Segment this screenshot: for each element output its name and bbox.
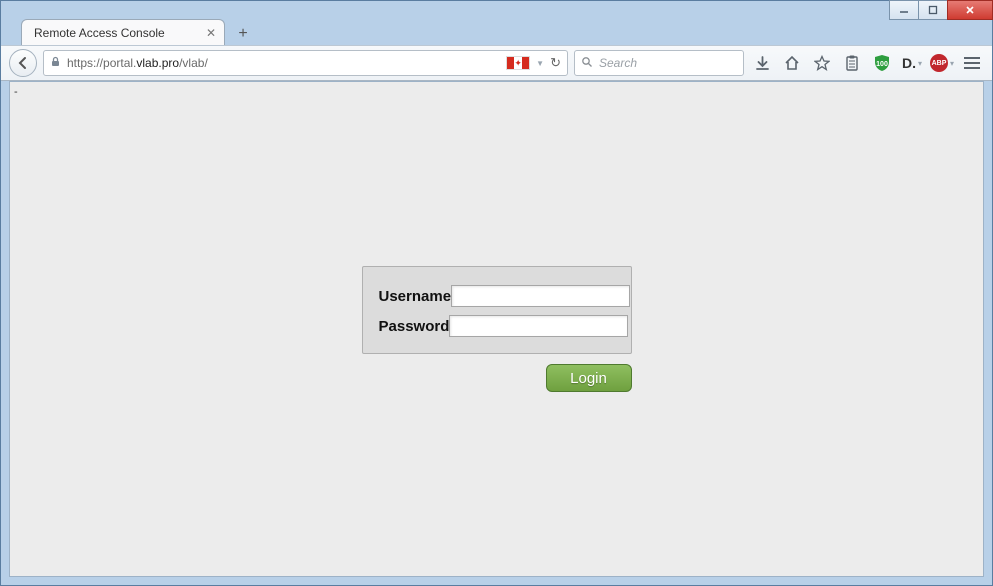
minimize-button[interactable] <box>889 0 919 20</box>
username-input[interactable] <box>451 285 630 307</box>
search-placeholder: Search <box>599 56 637 70</box>
url-host: vlab.pro <box>136 56 179 70</box>
page-viewport: - Username Password Login <box>9 81 984 577</box>
close-tab-icon[interactable]: ✕ <box>206 26 216 40</box>
close-window-button[interactable] <box>947 0 993 20</box>
password-input[interactable] <box>449 315 628 337</box>
search-bar[interactable]: Search <box>574 50 744 76</box>
tab-strip: Remote Access Console ✕ + <box>1 17 992 45</box>
reload-icon[interactable]: ↻ <box>550 55 561 71</box>
flag-icon[interactable]: ✦ <box>506 56 530 70</box>
home-icon[interactable] <box>780 51 804 75</box>
hamburger-menu-icon[interactable] <box>960 51 984 75</box>
bookmark-star-icon[interactable] <box>810 51 834 75</box>
clipboard-icon[interactable] <box>840 51 864 75</box>
login-button[interactable]: Login <box>546 364 632 392</box>
address-bar[interactable]: https:// portal. vlab.pro /vlab/ ✦ ▼ ↻ <box>43 50 568 76</box>
downloads-icon[interactable] <box>750 51 774 75</box>
password-label: Password <box>379 318 450 335</box>
new-tab-button[interactable]: + <box>231 23 255 45</box>
page-marker: - <box>14 86 18 98</box>
url-path: /vlab/ <box>179 56 208 70</box>
dropdown-icon[interactable]: ▼ <box>536 59 544 68</box>
tab-title: Remote Access Console <box>34 26 165 40</box>
lock-icon <box>50 56 61 70</box>
login-panel: Username Password Login <box>362 266 632 392</box>
search-icon <box>581 56 593 71</box>
url-prefix: portal. <box>103 56 136 70</box>
maximize-button[interactable] <box>918 0 948 20</box>
d-extension-icon[interactable]: D.▾ <box>900 51 924 75</box>
window-controls <box>890 0 993 20</box>
shield-extension-icon[interactable]: 100 <box>870 51 894 75</box>
svg-text:100: 100 <box>876 61 888 68</box>
url-scheme: https:// <box>67 56 103 70</box>
browser-toolbar: https:// portal. vlab.pro /vlab/ ✦ ▼ ↻ S… <box>1 45 992 81</box>
username-label: Username <box>379 288 452 305</box>
back-button[interactable] <box>9 49 37 77</box>
abp-extension-icon[interactable]: ABP▾ <box>930 51 954 75</box>
browser-tab[interactable]: Remote Access Console ✕ <box>21 19 225 45</box>
